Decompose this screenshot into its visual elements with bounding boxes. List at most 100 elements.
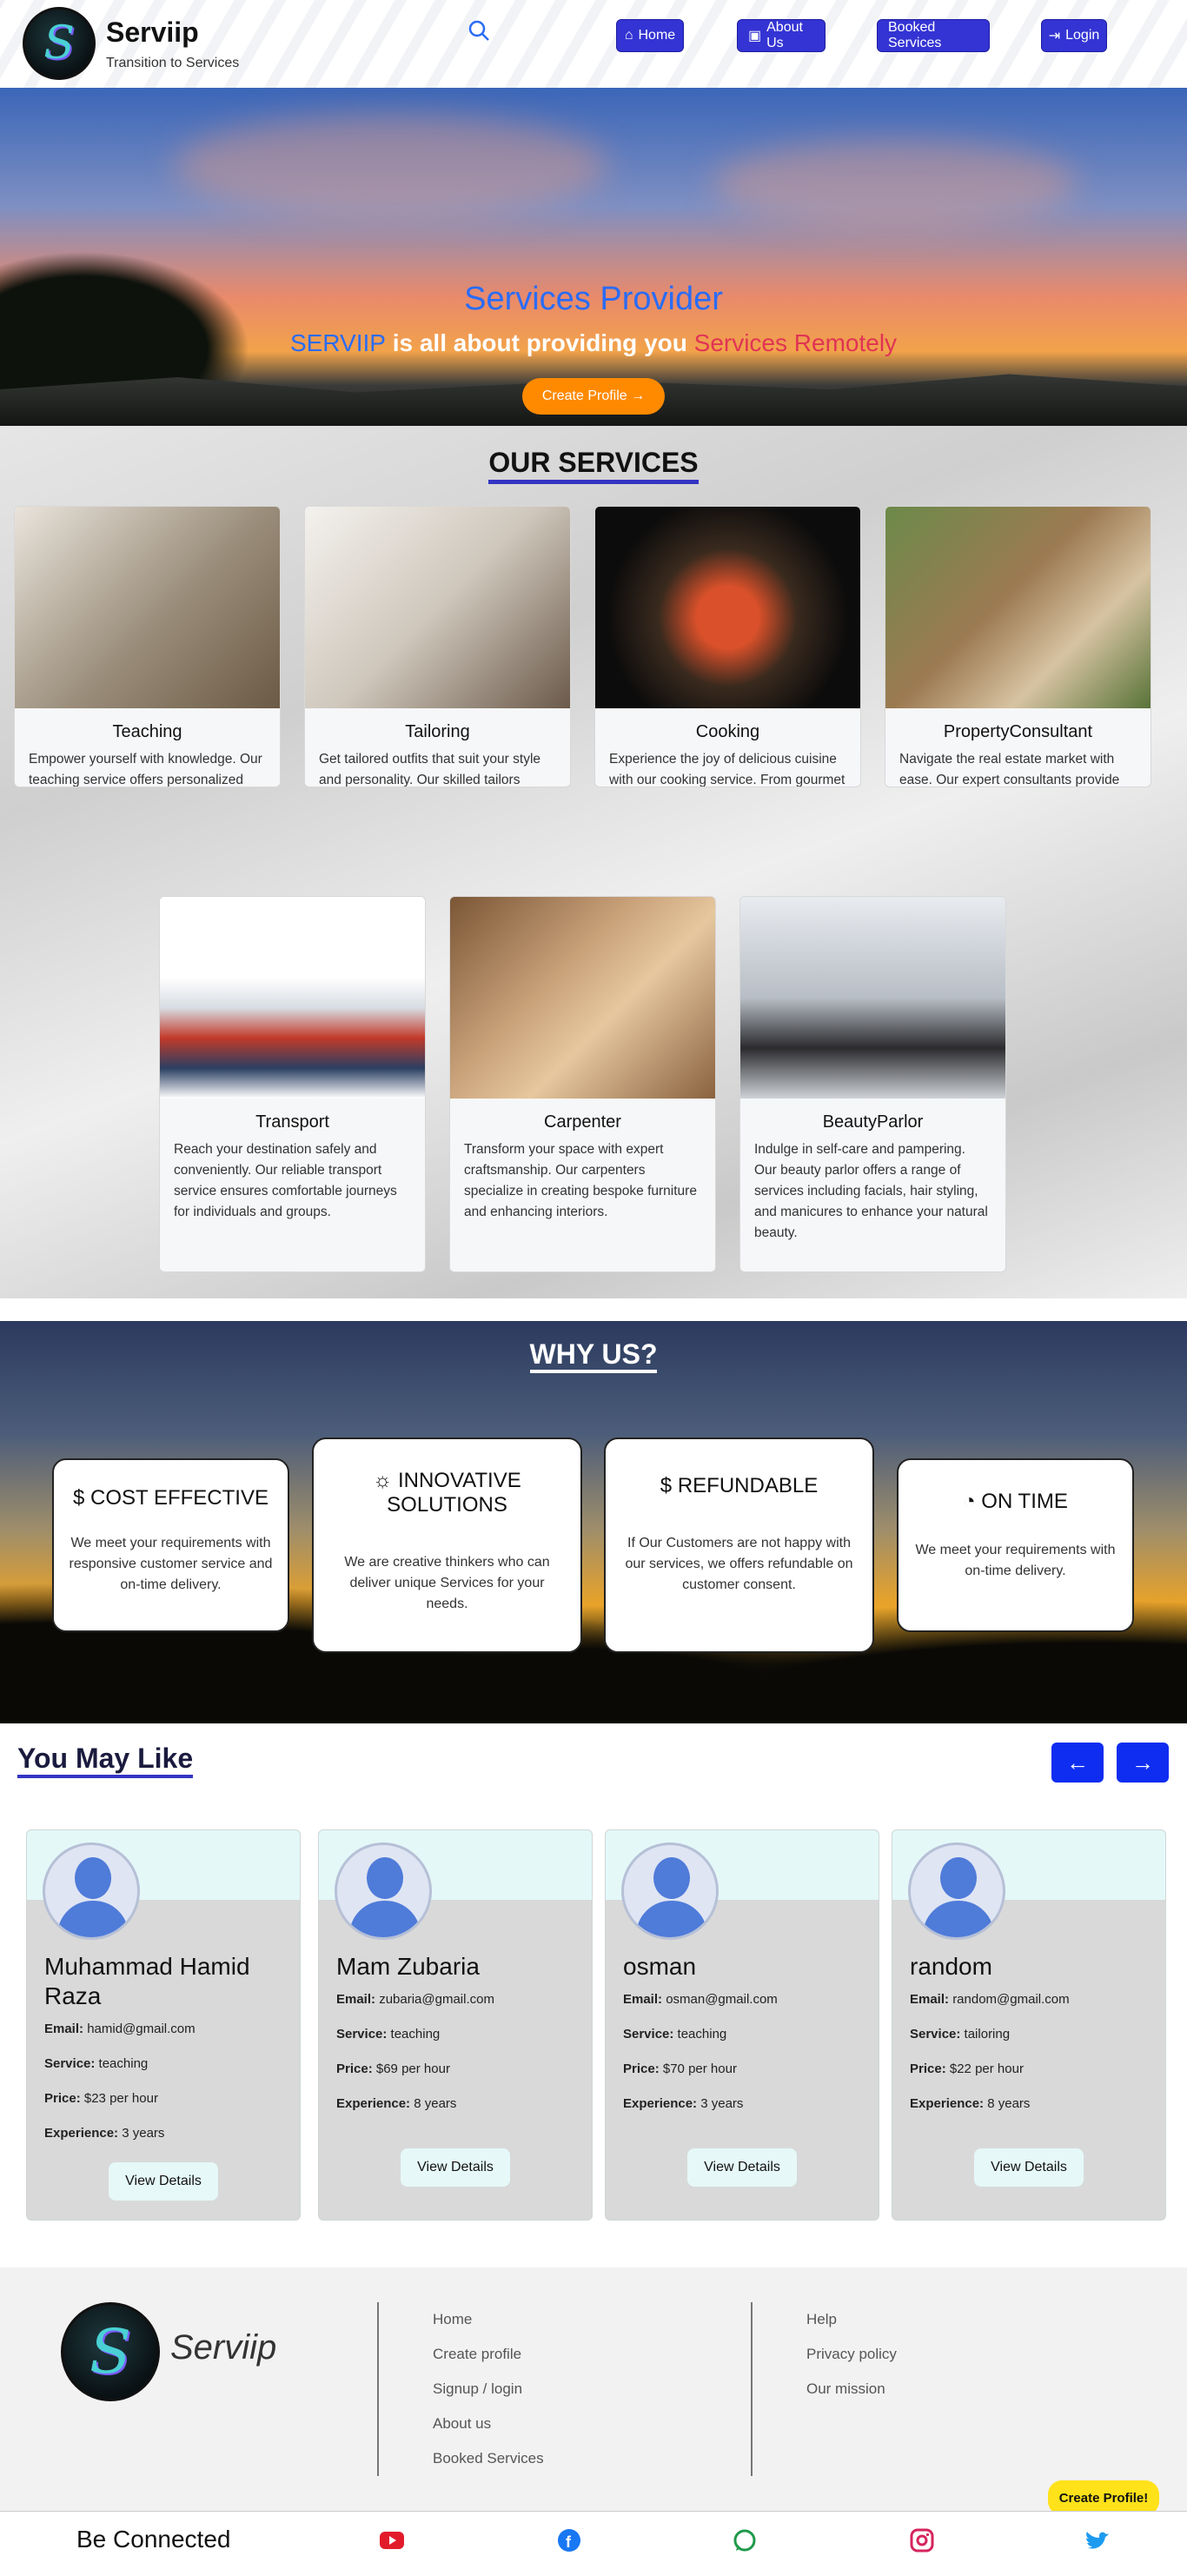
service-card-teaching[interactable]: Teaching Empower yourself with knowledge… <box>14 506 281 787</box>
profile-name: Muhammad Hamid Raza <box>44 1953 250 2009</box>
brand-name[interactable]: Serviip <box>106 17 239 49</box>
clock-icon: ◔ <box>963 1490 976 1513</box>
profile-price: Price: $69 per hour <box>336 2061 450 2076</box>
footer-link-booked[interactable]: Booked Services <box>433 2450 544 2467</box>
service-card-propertyconsultant[interactable]: PropertyConsultant Navigate the real est… <box>885 506 1151 787</box>
profile-email: Email: random@gmail.com <box>910 1992 1070 2007</box>
you-may-like-title: You May Like <box>17 1743 194 1778</box>
profile-service: Service: teaching <box>44 2056 148 2071</box>
profile-price: Price: $70 per hour <box>623 2061 737 2076</box>
service-image-teaching <box>15 507 280 708</box>
facebook-icon[interactable]: f <box>556 2527 582 2553</box>
footer-logo-letter: S <box>90 2316 131 2387</box>
why-card-refundable: $ REFUNDABLE If Our Customers are not ha… <box>604 1437 874 1653</box>
navbar: S Serviip Transition to Services ⌂ Home ▣… <box>0 0 1187 88</box>
view-details-button[interactable]: View Details <box>687 2148 797 2187</box>
view-details-button[interactable]: View Details <box>401 2148 510 2187</box>
carousel-next-button[interactable]: → <box>1117 1743 1169 1783</box>
footer-link-signup[interactable]: Signup / login <box>433 2380 522 2398</box>
email-label: Email: <box>336 1992 376 2007</box>
hero-subtitle: SERVIIP is all about providing you Servi… <box>0 329 1187 357</box>
why-card-desc: We meet your requirements with responsiv… <box>69 1536 273 1592</box>
service-image-carpenter <box>450 897 715 1099</box>
social-bar: Be Connected f <box>0 2511 1187 2576</box>
service-desc: Indulge in self-care and pampering. Our … <box>754 1142 988 1240</box>
profile-card[interactable]: random Email: random@gmail.com Service: … <box>892 1829 1166 2221</box>
hero-cloud <box>713 140 1078 227</box>
service-card-carpenter[interactable]: Carpenter Transform your space with expe… <box>449 896 716 1272</box>
footer-link-home[interactable]: Home <box>433 2311 472 2328</box>
view-details-button[interactable]: View Details <box>109 2162 218 2201</box>
twitter-icon[interactable] <box>1084 2527 1111 2553</box>
email-label: Email: <box>44 2022 84 2036</box>
dollar-icon: $ <box>660 1474 673 1497</box>
youtube-icon[interactable] <box>379 2527 405 2553</box>
experience-value: 8 years <box>987 2096 1031 2111</box>
footer-link-about[interactable]: About us <box>433 2415 491 2433</box>
nav-home-button[interactable]: ⌂ Home <box>616 19 684 52</box>
service-label: Service: <box>336 2027 388 2042</box>
service-name: Carpenter <box>544 1112 621 1132</box>
footer-link-mission[interactable]: Our mission <box>806 2380 885 2398</box>
service-card-transport[interactable]: Transport Reach your destination safely … <box>159 896 426 1272</box>
section-spacer <box>0 1298 1187 1321</box>
create-profile-button[interactable]: Create Profile → <box>522 378 665 415</box>
service-card-beautyparlor[interactable]: BeautyParlor Indulge in self-care and pa… <box>739 896 1006 1272</box>
footer-divider <box>751 2302 753 2476</box>
profile-name: random <box>910 1953 992 1980</box>
email-value: random@gmail.com <box>952 1992 1070 2007</box>
carousel-prev-button[interactable]: ← <box>1051 1743 1104 1783</box>
svg-text:f: f <box>566 2533 572 2551</box>
service-card-tailoring[interactable]: Tailoring Get tailored outfits that suit… <box>304 506 571 787</box>
service-desc: Reach your destination safely and conven… <box>174 1142 397 1219</box>
service-name: Tailoring <box>405 722 470 741</box>
nav-booked-label: Booked Services <box>888 20 942 50</box>
profile-card[interactable]: Mam Zubaria Email: zubaria@gmail.com Ser… <box>318 1829 593 2221</box>
why-card-innovative: ☼ INNOVATIVE SOLUTIONS We are creative t… <box>312 1437 582 1653</box>
profile-experience: Experience: 3 years <box>623 2096 743 2111</box>
footer-link-create-profile[interactable]: Create profile <box>433 2346 521 2363</box>
footer-link-privacy[interactable]: Privacy policy <box>806 2346 897 2363</box>
service-name: Teaching <box>112 722 182 741</box>
brand-logo[interactable]: S <box>23 7 96 80</box>
create-profile-floating-button[interactable]: Create Profile! <box>1048 2480 1159 2515</box>
nav-about-button[interactable]: ▣ About Us <box>737 19 826 52</box>
hero-title: Services Provider <box>464 281 723 317</box>
profile-card[interactable]: Muhammad Hamid Raza Email: hamid@gmail.c… <box>26 1829 301 2221</box>
why-card-heading: ☼ INNOVATIVE SOLUTIONS <box>328 1469 567 1517</box>
instagram-icon[interactable] <box>909 2527 935 2553</box>
email-value: hamid@gmail.com <box>87 2022 196 2036</box>
footer-divider <box>377 2302 379 2476</box>
view-details-button[interactable]: View Details <box>974 2148 1084 2187</box>
badge-icon: ▣ <box>748 29 762 43</box>
nav-about-label: About Us <box>766 20 803 50</box>
footer-logo[interactable]: S <box>61 2302 160 2401</box>
service-card-cooking[interactable]: Cooking Experience the joy of delicious … <box>594 506 861 787</box>
search-icon[interactable] <box>468 19 490 48</box>
profile-experience: Experience: 8 years <box>910 2096 1030 2111</box>
hero-cloud <box>174 114 608 218</box>
why-card-heading: $ REFUNDABLE <box>620 1474 859 1498</box>
nav-login-label: Login <box>1065 28 1100 43</box>
profile-card[interactable]: osman Email: osman@gmail.com Service: te… <box>605 1829 879 2221</box>
why-card-desc: If Our Customers are not happy with our … <box>625 1536 853 1592</box>
dollar-icon: $ <box>73 1486 85 1510</box>
why-title-wrap: WHY US? <box>0 1338 1187 1373</box>
service-image-transport <box>160 897 425 1099</box>
nav-login-button[interactable]: ⇥ Login <box>1041 19 1107 52</box>
footer-link-help[interactable]: Help <box>806 2311 837 2328</box>
services-title: OUR SERVICES <box>488 447 699 484</box>
why-card-heading: $ COST EFFECTIVE <box>68 1486 274 1510</box>
price-value: $23 per hour <box>83 2091 158 2106</box>
why-card-title: COST EFFECTIVE <box>90 1486 269 1510</box>
profile-experience: Experience: 8 years <box>336 2096 456 2111</box>
nav-home-label: Home <box>638 28 676 43</box>
brand[interactable]: S Serviip Transition to Services <box>23 7 239 80</box>
price-label: Price: <box>336 2061 373 2076</box>
whatsapp-icon[interactable] <box>732 2527 758 2553</box>
why-us-section: WHY US? $ COST EFFECTIVE We meet your re… <box>0 1321 1187 1723</box>
why-title: WHY US? <box>529 1338 658 1373</box>
be-connected-label: Be Connected <box>76 2526 231 2553</box>
nav-booked-button[interactable]: Booked Services <box>877 19 990 52</box>
avatar <box>621 1842 719 1940</box>
